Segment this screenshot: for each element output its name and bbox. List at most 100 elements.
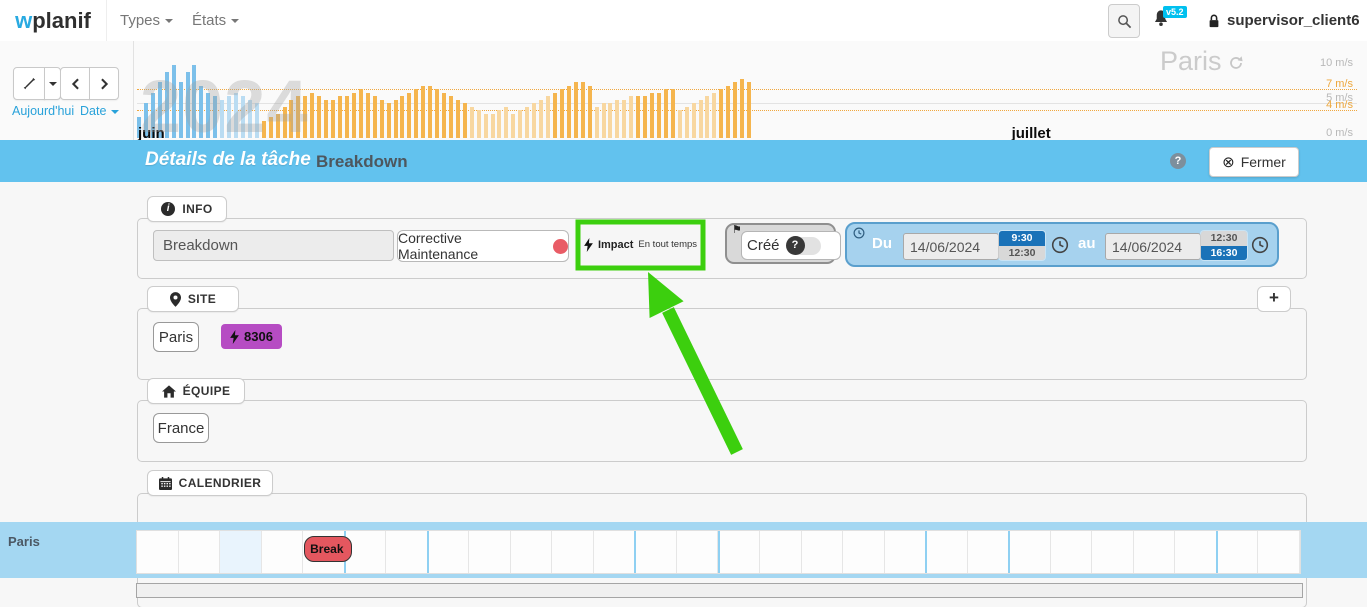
- wind-bar: [608, 103, 612, 138]
- app-logo[interactable]: wplanif: [0, 0, 107, 41]
- wind-bar: [629, 96, 633, 138]
- wind-bar: [581, 82, 585, 138]
- wind-bar: [477, 110, 481, 138]
- wind-bar: [400, 96, 404, 138]
- wind-bar: [560, 89, 564, 138]
- calendar-week-separator: [1216, 531, 1218, 573]
- menu-types[interactable]: Types: [120, 0, 173, 41]
- calendar-cell[interactable]: [1092, 531, 1134, 573]
- wind-bar: [407, 93, 411, 139]
- wind-bar: [574, 82, 578, 138]
- info-panel: [137, 218, 1307, 279]
- wind-bar: [567, 86, 571, 139]
- close-label: Fermer: [1241, 154, 1286, 170]
- wind-bar: [602, 103, 606, 138]
- calendar-event-breakdown[interactable]: Break: [304, 536, 352, 562]
- timeline-site-name: Paris: [1160, 46, 1222, 76]
- wind-bar: [366, 93, 370, 139]
- chevron-down-icon: [231, 19, 239, 23]
- wind-bar: [615, 100, 619, 139]
- wind-bar: [421, 86, 425, 139]
- tab-site-label: SITE: [188, 292, 216, 306]
- wind-bar: [491, 114, 495, 139]
- calendar-cell[interactable]: [594, 531, 636, 573]
- calendar-cell[interactable]: [220, 531, 262, 573]
- menu-types-label: Types: [120, 12, 160, 29]
- wind-bar: [511, 114, 515, 139]
- calendar-cell[interactable]: [719, 531, 761, 573]
- wind-bar: [657, 93, 661, 139]
- calendar-cell[interactable]: [885, 531, 927, 573]
- notifications-button[interactable]: v5.2: [1152, 9, 1186, 35]
- tab-info[interactable]: i INFO: [147, 196, 227, 222]
- timeline-site-title: Paris: [1160, 46, 1244, 77]
- calendar-cell[interactable]: [926, 531, 968, 573]
- wind-bar: [373, 96, 377, 138]
- lock-icon: [1207, 13, 1221, 29]
- logo-accent: w: [15, 8, 32, 33]
- tab-calendrier-label: CALENDRIER: [179, 476, 262, 490]
- refresh-icon[interactable]: [1228, 55, 1244, 71]
- info-icon: i: [161, 202, 175, 216]
- close-button[interactable]: ⊗Fermer: [1209, 147, 1299, 177]
- calendar-cell[interactable]: [552, 531, 594, 573]
- calendar-cell[interactable]: [262, 531, 304, 573]
- calendar-cell[interactable]: [1051, 531, 1093, 573]
- horizontal-scrollbar[interactable]: [136, 583, 1303, 598]
- wind-bar: [685, 107, 689, 139]
- search-button[interactable]: [1108, 4, 1140, 38]
- navbar: wplanif Types États v5.2 supervisor_clie…: [0, 0, 1367, 42]
- wind-bar: [449, 96, 453, 138]
- tab-equipe[interactable]: ÉQUIPE: [147, 378, 245, 404]
- wind-bar: [699, 100, 703, 139]
- calendar-cell[interactable]: [968, 531, 1010, 573]
- calendar-cell[interactable]: [635, 531, 677, 573]
- wind-bar: [664, 89, 668, 138]
- wind-bar: [456, 100, 460, 139]
- wind-bar: [414, 89, 418, 138]
- calendar-cell[interactable]: [386, 531, 428, 573]
- calendar-cell[interactable]: [469, 531, 511, 573]
- calendar-cell[interactable]: [802, 531, 844, 573]
- calendar-cell[interactable]: [137, 531, 179, 573]
- calendar-cell[interactable]: [1258, 531, 1300, 573]
- wind-bar: [497, 110, 501, 138]
- add-site-button[interactable]: +: [1257, 286, 1291, 312]
- calendar-cell[interactable]: [760, 531, 802, 573]
- calendar-cell[interactable]: [843, 531, 885, 573]
- tab-equipe-label: ÉQUIPE: [183, 384, 231, 398]
- user-menu[interactable]: supervisor_client6: [1207, 0, 1367, 41]
- axis-label-0ms: 0 m/s: [1326, 127, 1353, 139]
- year-watermark: 2024: [140, 64, 309, 149]
- wind-bar: [740, 79, 744, 139]
- logo-rest: planif: [32, 8, 91, 33]
- calendar-row[interactable]: Break: [137, 531, 1300, 573]
- calendar-week-separator: [925, 531, 927, 573]
- axis-label-4ms: 4 m/s: [1326, 99, 1353, 111]
- tab-calendrier[interactable]: CALENDRIER: [147, 470, 273, 496]
- house-icon: [162, 385, 176, 398]
- axis-label-10ms: 10 m/s: [1320, 57, 1353, 69]
- calendar-week-separator: [718, 531, 720, 573]
- wind-bar: [525, 107, 529, 139]
- help-button[interactable]: ?: [1170, 153, 1186, 169]
- calendar-cell[interactable]: [428, 531, 470, 573]
- task-name: Breakdown: [316, 152, 408, 172]
- wind-bar: [324, 100, 328, 139]
- calendar-week-separator: [1008, 531, 1010, 573]
- calendar-cell[interactable]: [179, 531, 221, 573]
- user-name: supervisor_client6: [1227, 12, 1360, 29]
- calendar-cell[interactable]: [1009, 531, 1051, 573]
- calendar-cell[interactable]: [511, 531, 553, 573]
- wind-bar: [380, 100, 384, 139]
- wind-bar: [726, 86, 730, 139]
- calendar-cell[interactable]: [677, 531, 719, 573]
- wind-bar: [733, 82, 737, 138]
- calendar-cell[interactable]: [1175, 531, 1217, 573]
- wind-bar: [546, 96, 550, 138]
- calendar-cell[interactable]: [1134, 531, 1176, 573]
- wind-bar: [518, 110, 522, 138]
- tab-site[interactable]: SITE: [147, 286, 239, 312]
- menu-etats[interactable]: États: [192, 0, 239, 41]
- calendar-cell[interactable]: [1217, 531, 1259, 573]
